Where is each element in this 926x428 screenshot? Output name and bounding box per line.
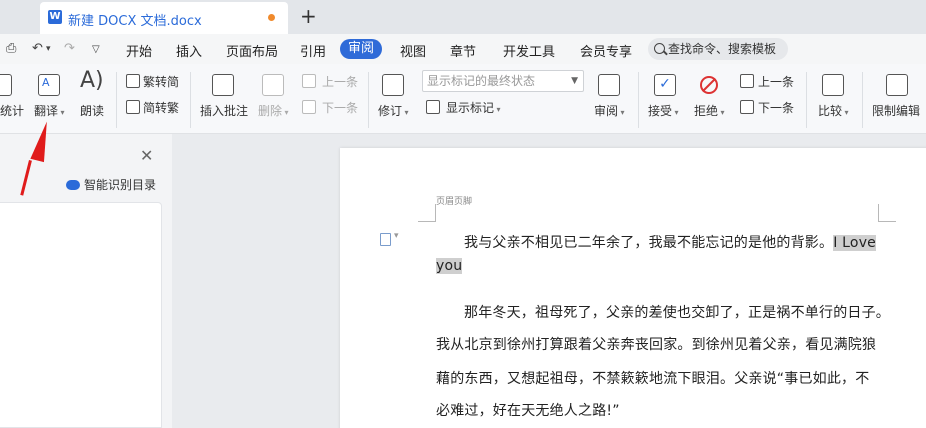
prev-comment-button[interactable]: 上一条 (322, 73, 358, 90)
track-changes-icon[interactable] (382, 74, 404, 96)
document-tab[interactable]: W 新建 DOCX 文档.docx (40, 2, 288, 34)
compare-icon[interactable] (822, 74, 844, 96)
menu-review[interactable]: 审阅 (340, 39, 382, 59)
doc-paragraph-1-text: 我与父亲不相见已二年余了，我最不能忘记的是他的背影。 (464, 235, 834, 251)
insert-comment-icon[interactable] (212, 74, 234, 96)
new-tab-plus-icon[interactable]: + (300, 4, 317, 28)
paragraph-icon[interactable] (380, 231, 399, 246)
doc-paragraph-2-line[interactable]: 那年冬天，祖母死了，父亲的差使也交卸了，正是祸不单行的日子。 (464, 302, 890, 322)
reject-icon[interactable] (700, 76, 718, 94)
reject-label: 拒绝 (694, 104, 719, 118)
read-aloud-icon[interactable]: A) (80, 68, 104, 93)
review-pane-icon[interactable] (598, 74, 620, 96)
menu-bar: ⎙ ↶ ▾ ↷ ▽ 开始 插入 页面布局 引用 审阅 视图 章节 开发工具 会员… (0, 34, 926, 64)
header-footer-label[interactable]: 页眉页脚 (436, 194, 472, 207)
markup-display-value: 显示标记的最终状态 (427, 74, 536, 88)
restrict-editing-icon[interactable] (886, 74, 908, 96)
prev-comment-icon[interactable] (302, 74, 316, 88)
toc-list-area[interactable] (0, 202, 162, 428)
show-markup-icon[interactable] (426, 100, 440, 114)
show-markup-label: 显示标记 (446, 101, 495, 115)
menu-member[interactable]: 会员专享 (580, 41, 632, 60)
word-doc-icon: W (48, 10, 62, 24)
trad-to-simp-button[interactable]: 繁转简 (143, 73, 179, 90)
next-change-icon[interactable] (740, 100, 754, 114)
accept-icon[interactable]: ✓ (654, 74, 676, 96)
search-icon (654, 43, 665, 54)
restrict-editing-button[interactable]: 限制编辑 (872, 102, 920, 119)
review-ribbon: 统计 A 翻译 ▾ A) 朗读 繁转简 简转繁 插入批注 删除 ▾ 上一条 下一… (0, 64, 926, 134)
translate-button[interactable]: 翻译 ▾ (34, 102, 65, 119)
word-count-button[interactable]: 统计 (0, 102, 24, 119)
ribbon-separator (190, 72, 191, 128)
insert-comment-button[interactable]: 插入批注 (200, 102, 248, 119)
smart-toc-icon (66, 180, 80, 190)
word-count-icon[interactable] (0, 74, 12, 96)
close-icon[interactable]: ✕ (140, 146, 153, 165)
ribbon-separator (862, 72, 863, 128)
page-margin-corner (878, 204, 896, 222)
review-pane-button[interactable]: 审阅 ▾ (594, 102, 625, 119)
track-changes-label: 修订 (378, 104, 403, 118)
doc-paragraph-1[interactable]: 我与父亲不相见已二年余了，我最不能忘记的是他的背影。I Love (464, 232, 876, 252)
delete-comment-label: 删除 (258, 104, 283, 118)
next-comment-button[interactable]: 下一条 (322, 99, 358, 116)
smart-toc-button[interactable]: 智能识别目录 (66, 176, 156, 193)
next-change-button[interactable]: 下一条 (758, 99, 794, 116)
track-changes-button[interactable]: 修订 ▾ (378, 102, 409, 119)
compare-button[interactable]: 比较 ▾ (818, 102, 849, 119)
menu-view[interactable]: 视图 (400, 41, 426, 60)
ribbon-separator (806, 72, 807, 128)
doc-paragraph-2-line[interactable]: 藉的东西，又想起祖母，不禁簌簌地流下眼泪。父亲说“事已如此，不 (436, 368, 869, 388)
reject-button[interactable]: 拒绝 ▾ (694, 102, 725, 119)
redo-icon[interactable]: ↷ (64, 41, 75, 56)
delete-comment-button[interactable]: 删除 ▾ (258, 102, 289, 119)
simp-to-trad-icon[interactable] (126, 100, 140, 114)
menu-insert[interactable]: 插入 (176, 41, 202, 60)
prev-change-button[interactable]: 上一条 (758, 73, 794, 90)
delete-comment-icon[interactable] (262, 74, 284, 96)
menu-home[interactable]: 开始 (126, 41, 152, 60)
selected-text[interactable]: you (436, 258, 463, 274)
undo-dropdown-icon[interactable]: ▾ (46, 44, 51, 54)
review-pane-label: 审阅 (594, 104, 619, 118)
simp-to-trad-button[interactable]: 简转繁 (143, 99, 179, 116)
smart-toc-label: 智能识别目录 (84, 178, 157, 192)
print-preview-icon[interactable]: ⎙ (6, 41, 16, 56)
markup-display-select[interactable]: 显示标记的最终状态 ▼ (422, 70, 584, 92)
chevron-down-icon: ▼ (571, 76, 578, 86)
menu-page-layout[interactable]: 页面布局 (226, 41, 278, 60)
quick-access-more-icon[interactable]: ▽ (92, 44, 100, 55)
doc-paragraph-2-line[interactable]: 我从北京到徐州打算跟着父亲奔丧回家。到徐州见着父亲，看见满院狼 (436, 334, 876, 354)
menu-section[interactable]: 章节 (450, 41, 476, 60)
selected-text[interactable]: I Love (833, 235, 876, 251)
menu-references[interactable]: 引用 (300, 41, 326, 60)
next-comment-icon[interactable] (302, 100, 316, 114)
doc-paragraph-2-line[interactable]: 必难过，好在天无绝人之路!” (436, 400, 620, 420)
unsaved-dot-icon (268, 14, 275, 21)
ribbon-separator (638, 72, 639, 128)
prev-change-icon[interactable] (740, 74, 754, 88)
ribbon-separator (116, 72, 117, 128)
menu-developer[interactable]: 开发工具 (503, 41, 555, 60)
accept-label: 接受 (648, 104, 673, 118)
tab-bar: W 新建 DOCX 文档.docx + (0, 0, 926, 34)
translate-label: 翻译 (34, 104, 59, 118)
page-margin-corner (418, 204, 436, 222)
compare-label: 比较 (818, 104, 843, 118)
accept-button[interactable]: 接受 ▾ (648, 102, 679, 119)
trad-to-simp-icon[interactable] (126, 74, 140, 88)
undo-icon[interactable]: ↶ (32, 41, 43, 56)
command-search[interactable]: 查找命令、搜索模板 (648, 38, 788, 60)
document-tab-title: 新建 DOCX 文档.docx (68, 14, 202, 29)
ribbon-separator (368, 72, 369, 128)
translate-icon[interactable]: A (38, 74, 60, 96)
read-aloud-button[interactable]: 朗读 (80, 102, 104, 119)
command-search-placeholder: 查找命令、搜索模板 (668, 42, 777, 56)
show-markup-button[interactable]: 显示标记 ▾ (446, 99, 501, 116)
